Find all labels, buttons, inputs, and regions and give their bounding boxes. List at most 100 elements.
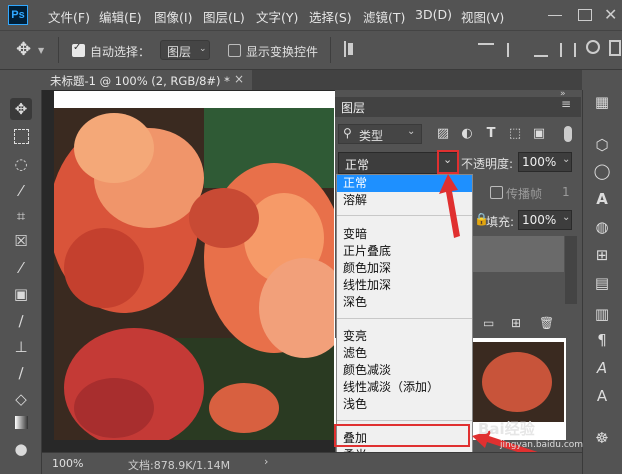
magic-wand-icon[interactable]: ⁄ [10,180,32,202]
menu-layer[interactable]: 图层(L) [203,7,245,26]
lasso-icon[interactable]: ◌ [10,153,32,175]
new-group-icon[interactable]: ▭ [483,316,494,330]
chevron-down-icon[interactable]: ⌄ [562,154,570,165]
blend-option[interactable]: 变亮 [337,328,472,345]
layers-scrollbar[interactable] [565,236,577,304]
crop-icon[interactable]: ⌗ [10,205,32,227]
close-icon[interactable]: × [234,72,244,86]
glyphs-icon[interactable]: A [592,358,612,378]
align-top-edges-icon[interactable] [478,43,494,57]
blend-mode-arrow-highlight[interactable]: ⌄ [437,150,459,174]
marquee-icon[interactable] [10,125,32,147]
chevron-right-icon[interactable]: › [264,455,268,468]
auto-select-target-dropdown[interactable]: 图层 ⌄ [160,40,210,60]
adjustment-filter-icon[interactable]: ◐ [458,125,476,143]
eyedropper-icon[interactable]: ⁄ [10,257,32,279]
blend-option[interactable]: 线性减淡（添加） [337,379,472,396]
menu-file[interactable]: 文件(F) [48,7,90,26]
menu-view[interactable]: 视图(V) [461,7,504,26]
blend-option[interactable]: 深色 [337,294,472,311]
table-icon[interactable]: ▤ [592,273,612,293]
menu-image[interactable]: 图像(I) [154,7,192,26]
align-top-icon-bar [348,43,353,55]
search-icon[interactable] [586,40,600,54]
auto-select-target-value: 图层 [167,45,192,59]
watermark: Bai经验 [478,418,535,439]
character-styles-icon[interactable]: A [592,386,612,406]
healing-icon[interactable]: ▣ [10,283,32,305]
frame-icon[interactable]: ☒ [10,230,32,252]
brush-icon[interactable]: ∕ [10,310,32,332]
gradient-icon[interactable] [10,412,32,434]
pixel-filter-icon[interactable]: ▨ [434,125,452,143]
distribute-icon[interactable] [560,43,576,57]
align-bottom-edges-icon[interactable] [534,43,548,57]
move-tool-icon[interactable]: ✥ [10,98,32,120]
search-icon: ⚲ [343,126,352,140]
propagate-frame-checkbox[interactable] [490,186,503,199]
blend-mode-value: 正常 [345,158,370,172]
type-filter-icon[interactable]: T [482,125,500,143]
chevron-down-icon: ⌄ [407,126,416,137]
zoom-level[interactable]: 100% [52,457,83,470]
delete-layer-icon[interactable]: 🗑 [539,316,554,330]
rose-photo [54,108,334,440]
eraser-icon[interactable]: ◇ [10,388,32,410]
layer-filter-kind: 类型 [359,129,384,143]
properties-icon[interactable]: ▥ [592,304,612,324]
shape-filter-icon[interactable]: ⬚ [506,125,524,143]
fill-label: 填充: [486,215,515,229]
blur-icon[interactable]: ● [10,438,32,460]
divider [58,37,59,63]
menu-filter[interactable]: 滤镜(T) [363,7,405,26]
layer-row[interactable] [460,236,564,272]
collapse-icon[interactable]: » [560,89,566,99]
window-close-icon[interactable]: ✕ [604,5,617,24]
document-info: 文档:878.9K/1.14M [128,459,231,472]
new-layer-icon[interactable]: ⊞ [511,316,521,330]
divider [337,420,472,421]
layer-filter-row: ⚲ 类型 ⌄ ▨ ◐ T ⬚ ▣ [338,122,578,146]
layers-panel-header: 图层 ≡ [335,97,581,117]
document-tab[interactable]: 未标题-1 @ 100% (2, RGB/8#) * × [42,70,252,90]
chevron-down-icon: ⌄ [199,44,207,54]
chevron-down-icon[interactable]: ▼ [38,46,44,55]
3d-cube-icon[interactable]: ⬡ [592,135,612,155]
history-brush-icon[interactable]: ∕ [10,362,32,384]
smart-object-filter-icon[interactable]: ▣ [530,125,548,143]
show-transform-checkbox[interactable] [228,44,241,57]
layer-filter-dropdown[interactable]: ⚲ 类型 ⌄ [338,124,422,144]
layers-panel-title[interactable]: 图层 [341,99,365,116]
chevron-down-icon[interactable]: ⌄ [562,212,570,223]
stamp-icon[interactable]: ⊥ [10,336,32,358]
swatches-icon[interactable]: ◍ [592,217,612,237]
menu-select[interactable]: 选择(S) [309,7,352,26]
blend-option[interactable]: 正片叠底 [337,243,472,260]
menu-type[interactable]: 文字(Y) [256,7,298,26]
lightbulb-icon[interactable]: ◯ [592,161,612,181]
paragraph-icon[interactable]: ¶ [592,330,612,350]
move-tool-preset-icon[interactable]: ✥ [16,39,31,60]
align-vertical-centers-icon[interactable] [507,43,521,57]
menu-edit[interactable]: 编辑(E) [99,7,142,26]
window-maximize-icon[interactable] [578,9,592,21]
workspace-icon[interactable] [609,40,621,56]
filter-toggle[interactable] [564,126,572,142]
align-top-icon[interactable] [344,41,346,57]
menu-bar: Ps 文件(F) 编辑(E) 图像(I) 图层(L) 文字(Y) 选择(S) 滤… [0,0,622,30]
photoshop-logo-icon[interactable]: Ps [8,5,28,25]
channels-icon[interactable]: ☸ [592,428,612,448]
blend-option[interactable]: 颜色减淡 [337,362,472,379]
panel-menu-icon[interactable]: ≡ [561,97,571,111]
auto-select-checkbox[interactable] [72,42,85,57]
menu-3d[interactable]: 3D(D) [415,7,452,22]
blend-option[interactable]: 滤色 [337,345,472,362]
fill-value: 100% [522,213,557,227]
blend-option[interactable]: 线性加深 [337,277,472,294]
blend-option[interactable]: 颜色加深 [337,260,472,277]
character-icon[interactable]: A [592,189,612,209]
grid-icon[interactable]: ⊞ [592,245,612,265]
blend-option[interactable]: 浅色 [337,396,472,413]
libraries-icon[interactable]: ▦ [592,92,612,112]
window-minimize-icon[interactable] [548,15,562,16]
